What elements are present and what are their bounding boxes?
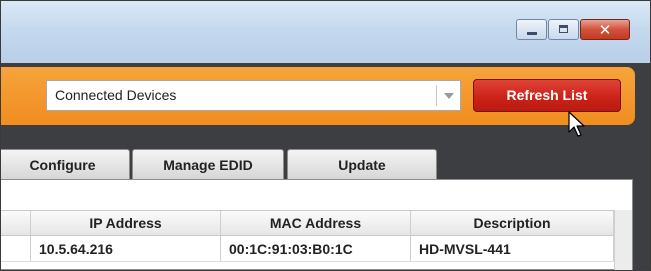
table-cell-description: HD-MVSL-441 — [411, 236, 614, 261]
table-cell-ip-address: 10.5.64.216 — [31, 236, 221, 261]
title-bar: ✕ — [1, 1, 650, 63]
table-header: IP Address MAC Address Description — [1, 210, 614, 236]
minimize-button[interactable] — [516, 19, 547, 40]
device-filter-dropdown[interactable]: Connected Devices — [46, 80, 461, 111]
close-button[interactable]: ✕ — [580, 19, 630, 40]
maximize-icon — [559, 25, 568, 33]
refresh-list-button[interactable]: Refresh List — [473, 79, 621, 112]
tab-update[interactable]: Update — [287, 149, 437, 179]
table-cell-mac-address: 00:1C:91:03:B0:1C — [221, 236, 411, 261]
tab-manage-edid[interactable]: Manage EDID — [132, 149, 284, 179]
table-row[interactable]: 10.5.64.216 00:1C:91:03:B0:1C HD-MVSL-44… — [1, 236, 614, 262]
mouse-cursor-icon — [568, 111, 585, 137]
maximize-button[interactable] — [548, 19, 579, 40]
vertical-scrollbar[interactable] — [614, 210, 632, 270]
column-header-ip-address[interactable]: IP Address — [31, 211, 221, 235]
dropdown-divider — [436, 85, 437, 106]
column-header-blank — [1, 211, 31, 235]
column-header-description[interactable]: Description — [411, 211, 614, 235]
table-cell-blank — [1, 236, 31, 261]
app-window: ✕ Connected Devices Refresh List Configu… — [0, 0, 651, 271]
device-list-panel: IP Address MAC Address Description 10.5.… — [1, 179, 633, 270]
close-icon: ✕ — [598, 21, 612, 39]
minimize-icon — [527, 32, 537, 35]
chevron-down-icon[interactable] — [444, 93, 454, 99]
column-header-mac-address[interactable]: MAC Address — [221, 211, 411, 235]
device-toolbar: Connected Devices Refresh List — [1, 67, 635, 125]
device-filter-value: Connected Devices — [55, 87, 177, 103]
tab-configure[interactable]: Configure — [1, 149, 130, 179]
